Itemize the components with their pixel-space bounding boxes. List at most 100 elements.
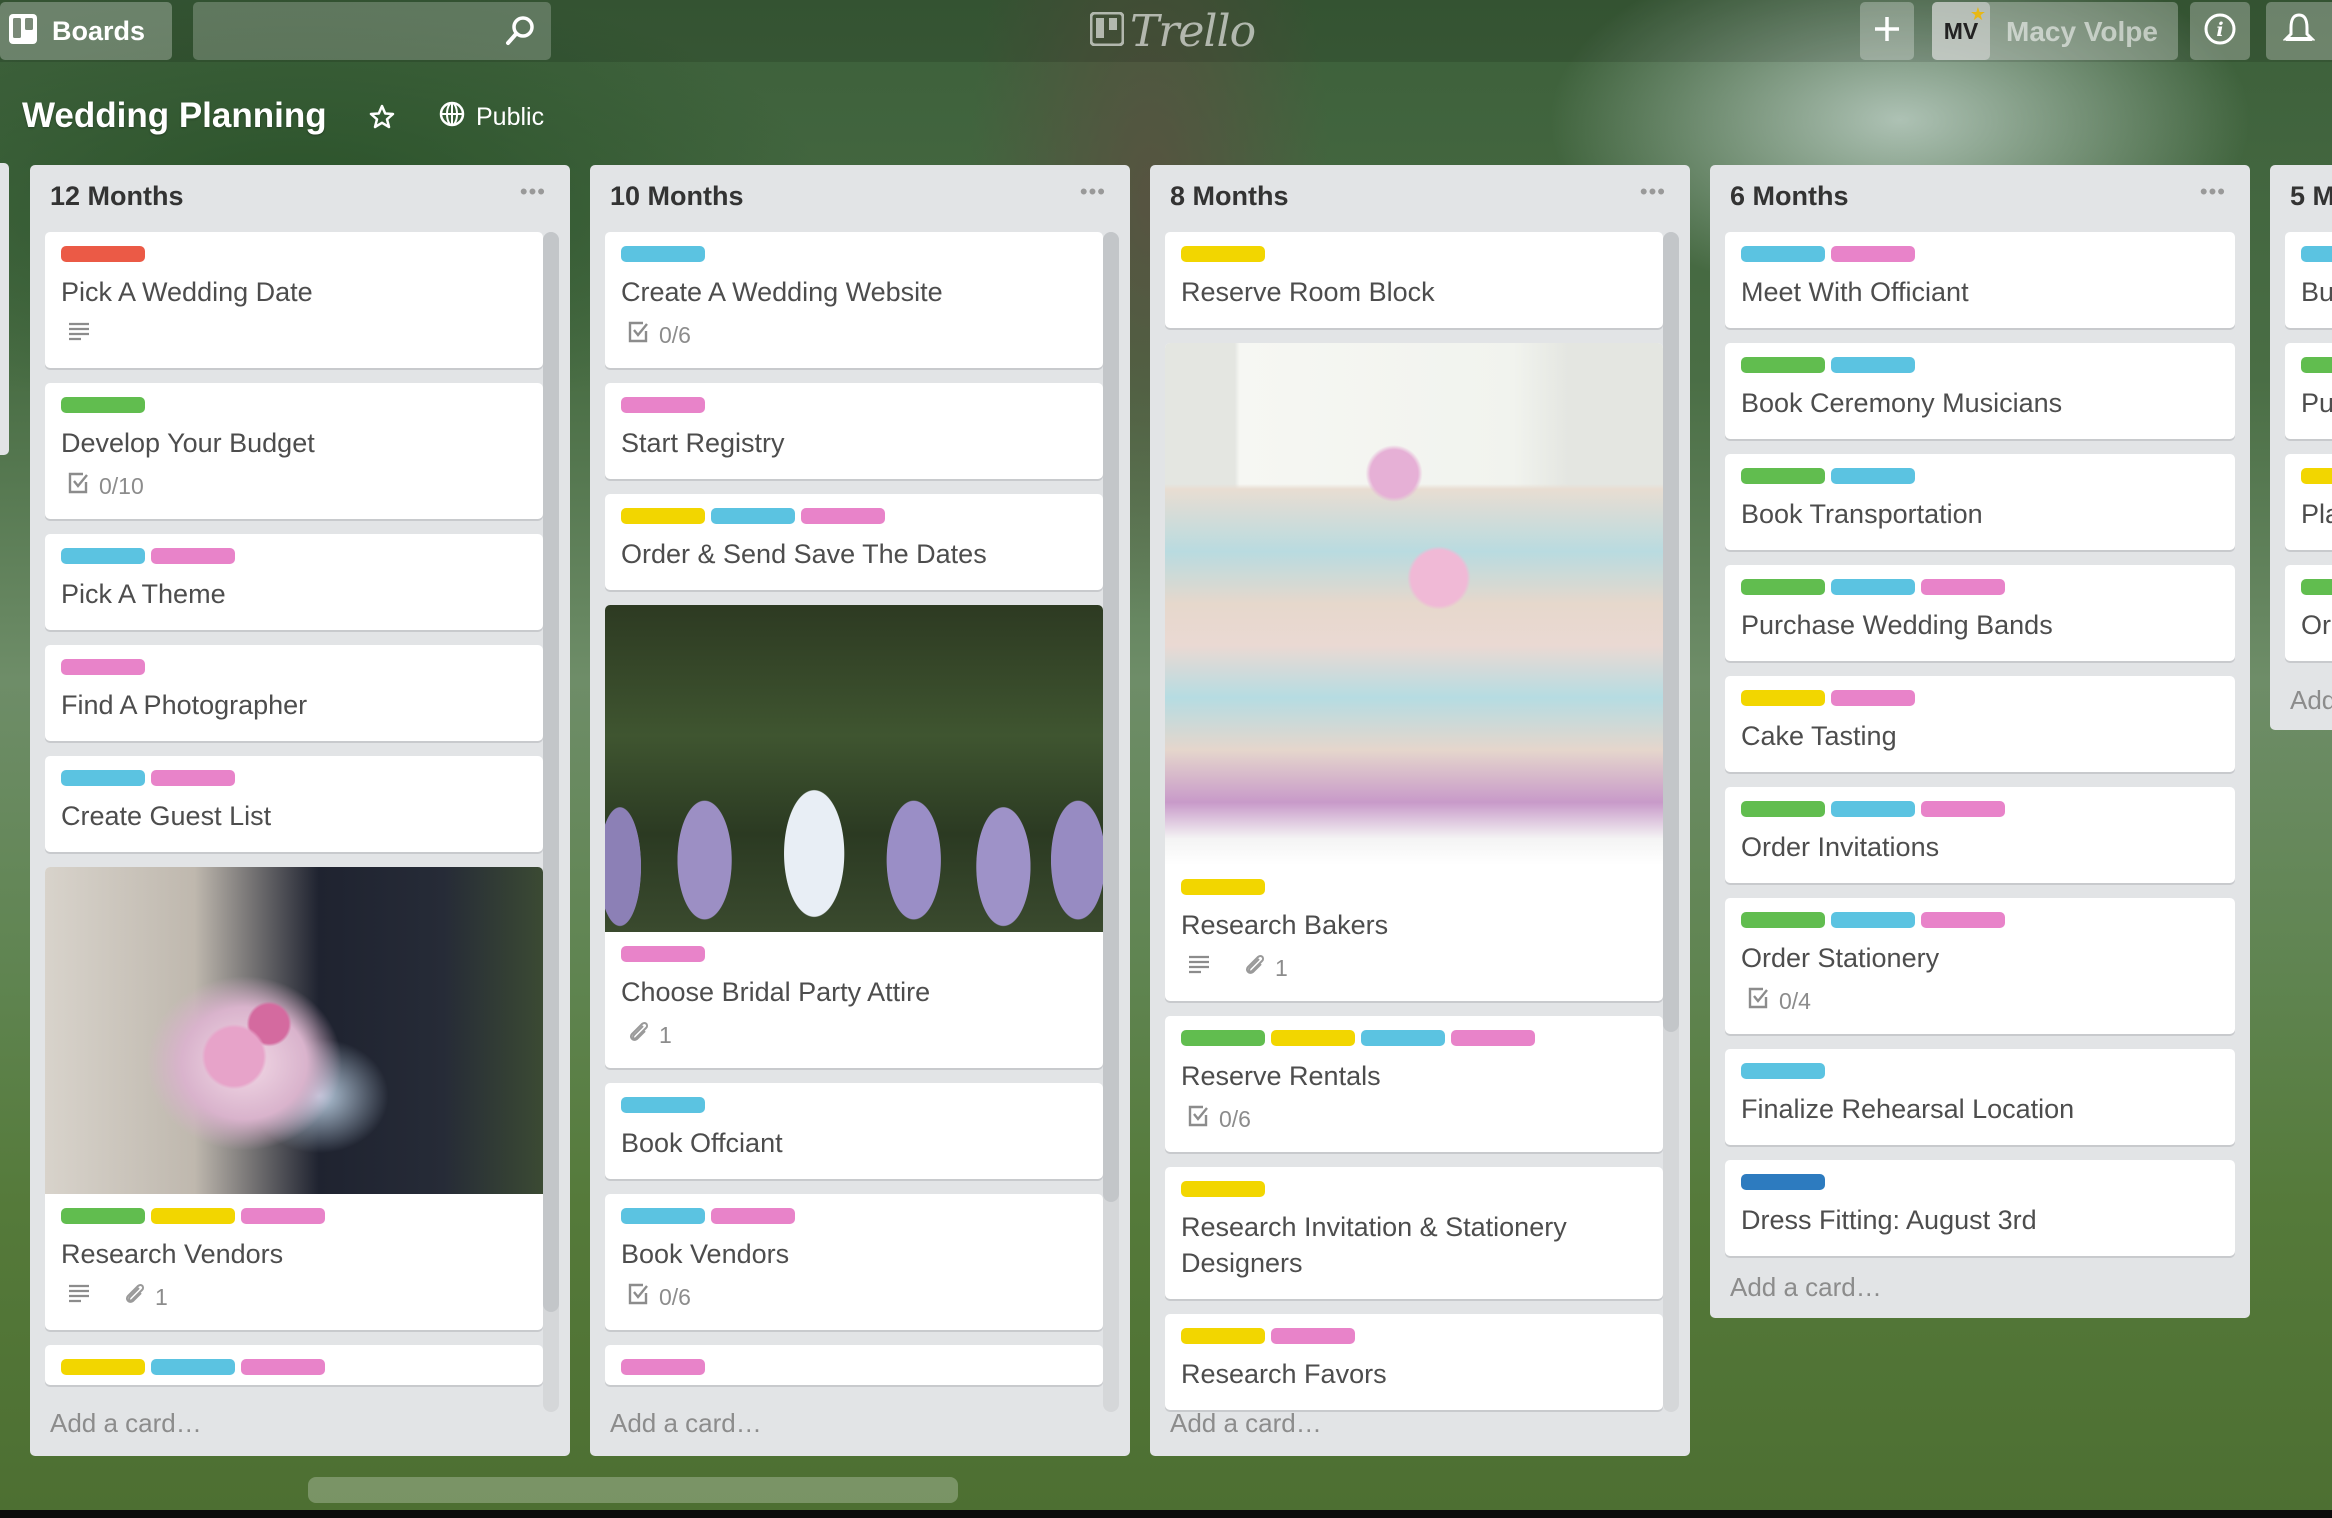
label-sky[interactable] (1831, 468, 1915, 484)
label-pink[interactable] (151, 548, 235, 564)
card[interactable]: Or (2285, 565, 2332, 661)
add-card-button[interactable]: Add a card… (610, 1408, 762, 1439)
card[interactable]: Research Invitation & Stationery Designe… (1165, 1167, 1663, 1299)
offscreen-list-left[interactable] (0, 163, 9, 455)
card[interactable]: Book Transportation (1725, 454, 2235, 550)
card[interactable]: Order Stationery 0/4 (1725, 898, 2235, 1034)
label-green[interactable] (2301, 579, 2332, 595)
search-input[interactable] (193, 2, 551, 60)
label-sky[interactable] (2301, 246, 2332, 262)
label-green[interactable] (1741, 357, 1825, 373)
list-title[interactable]: 6 Months (1730, 181, 1849, 212)
add-card-button[interactable]: Add a card… (1170, 1408, 1322, 1439)
label-green[interactable] (61, 1208, 145, 1224)
card[interactable]: Cake Tasting (1725, 676, 2235, 772)
label-yellow[interactable] (1181, 879, 1265, 895)
card[interactable]: Research Bakers 1 (1165, 343, 1663, 1001)
list-menu-icon[interactable]: ••• (2200, 181, 2226, 203)
label-pink[interactable] (1271, 1328, 1355, 1344)
card[interactable]: Dress Fitting: August 3rd (1725, 1160, 2235, 1256)
card[interactable]: Research Favors (1165, 1314, 1663, 1410)
list-scrollbar[interactable] (543, 232, 559, 1412)
label-green[interactable] (1741, 579, 1825, 595)
card[interactable]: Create A Wedding Website 0/6 (605, 232, 1103, 368)
label-sky[interactable] (1831, 912, 1915, 928)
label-pink[interactable] (1451, 1030, 1535, 1046)
label-pink[interactable] (621, 946, 705, 962)
list-title[interactable]: 10 Months (610, 181, 744, 212)
card[interactable]: Book Ceremony Musicians (1725, 343, 2235, 439)
label-yellow[interactable] (1271, 1030, 1355, 1046)
horizontal-scrollbar[interactable] (308, 1477, 958, 1503)
card[interactable]: Develop Your Budget 0/10 (45, 383, 543, 519)
card[interactable]: Order Invitations (1725, 787, 2235, 883)
label-sky[interactable] (61, 770, 145, 786)
card[interactable]: Pla (2285, 454, 2332, 550)
label-pink[interactable] (1921, 579, 2005, 595)
search-box[interactable] (193, 2, 551, 60)
add-card-button[interactable]: Add a card… (50, 1408, 202, 1439)
label-sky[interactable] (1831, 357, 1915, 373)
label-green[interactable] (1741, 468, 1825, 484)
card[interactable]: Start Registry (605, 383, 1103, 479)
card[interactable]: Pick A Wedding Date (45, 232, 543, 368)
list-title[interactable]: 12 Months (50, 181, 184, 212)
list-title[interactable]: 8 Months (1170, 181, 1289, 212)
trello-logo[interactable]: Trello (1089, 6, 1256, 57)
label-pink[interactable] (1921, 912, 2005, 928)
card[interactable]: Create Guest List (45, 756, 543, 852)
label-sky[interactable] (61, 548, 145, 564)
label-sky[interactable] (1361, 1030, 1445, 1046)
add-button[interactable] (1860, 2, 1914, 60)
boards-button[interactable]: Boards (0, 2, 172, 60)
list-scrollbar[interactable] (1663, 232, 1679, 1412)
avatar[interactable]: MV ★ (1932, 2, 1990, 60)
label-yellow[interactable] (1741, 690, 1825, 706)
label-sky[interactable] (1831, 579, 1915, 595)
card[interactable] (45, 1345, 543, 1385)
list-scrollbar[interactable] (1103, 232, 1119, 1412)
card[interactable]: Pu (2285, 343, 2332, 439)
label-green[interactable] (1741, 801, 1825, 817)
card[interactable]: Pick A Theme (45, 534, 543, 630)
info-button[interactable]: i (2190, 2, 2250, 60)
scrollbar-thumb[interactable] (1103, 232, 1119, 1202)
card[interactable]: Research Vendors 1 (45, 867, 543, 1330)
label-sky[interactable] (621, 246, 705, 262)
card[interactable]: Purchase Wedding Bands (1725, 565, 2235, 661)
card[interactable]: Choose Bridal Party Attire 1 (605, 605, 1103, 1068)
label-pink[interactable] (241, 1359, 325, 1375)
label-pink[interactable] (621, 1359, 705, 1375)
label-pink[interactable] (241, 1208, 325, 1224)
scrollbar-thumb[interactable] (543, 232, 559, 1312)
label-pink[interactable] (1831, 246, 1915, 262)
label-blue[interactable] (1741, 1174, 1825, 1190)
card[interactable]: Find A Photographer (45, 645, 543, 741)
list-title[interactable]: 5 Months (2290, 181, 2332, 212)
label-sky[interactable] (1741, 1063, 1825, 1079)
label-sky[interactable] (1741, 246, 1825, 262)
label-pink[interactable] (151, 770, 235, 786)
scrollbar-thumb[interactable] (1663, 232, 1679, 1032)
label-sky[interactable] (621, 1097, 705, 1113)
label-green[interactable] (2301, 357, 2332, 373)
label-pink[interactable] (61, 659, 145, 675)
label-yellow[interactable] (1181, 1328, 1265, 1344)
label-yellow[interactable] (2301, 468, 2332, 484)
card[interactable]: Finalize Rehearsal Location (1725, 1049, 2235, 1145)
label-pink[interactable] (1921, 801, 2005, 817)
visibility-button[interactable]: Public (438, 100, 544, 135)
label-pink[interactable] (801, 508, 885, 524)
label-pink[interactable] (711, 1208, 795, 1224)
notifications-button[interactable] (2266, 2, 2332, 60)
list-menu-icon[interactable]: ••• (520, 181, 546, 203)
label-pink[interactable] (621, 397, 705, 413)
search-icon[interactable] (505, 15, 535, 52)
label-sky[interactable] (151, 1359, 235, 1375)
label-sky[interactable] (711, 508, 795, 524)
star-board-button[interactable] (368, 103, 396, 136)
label-yellow[interactable] (61, 1359, 145, 1375)
add-card-button[interactable]: Add a card… (1730, 1272, 1882, 1303)
label-yellow[interactable] (1181, 246, 1265, 262)
list-menu-icon[interactable]: ••• (1640, 181, 1666, 203)
